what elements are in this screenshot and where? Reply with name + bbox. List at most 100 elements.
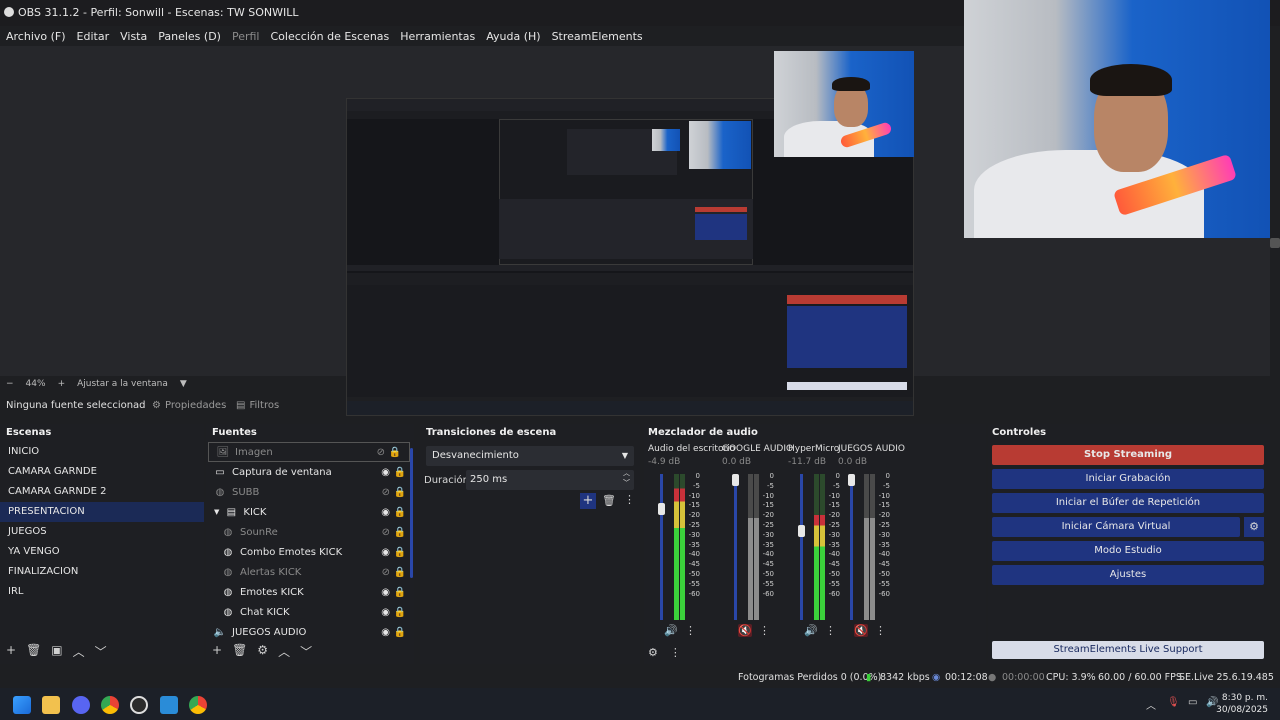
virtual-camera-button[interactable]: Iniciar Cámara Virtual: [992, 517, 1240, 537]
lock-icon[interactable]: 🔒: [394, 567, 406, 578]
transition-select[interactable]: Desvanecimiento ▼: [426, 446, 634, 466]
menu-archivo[interactable]: Archivo (F): [6, 30, 66, 43]
menu-vista[interactable]: Vista: [120, 30, 147, 43]
source-item[interactable]: ◍ Combo Emotes KICK ◉ 🔒: [206, 542, 414, 562]
eye-icon[interactable]: ◉: [381, 587, 390, 598]
lock-icon[interactable]: 🔒: [394, 547, 406, 558]
file-explorer-icon[interactable]: [42, 696, 60, 714]
network-icon[interactable]: ▭: [1188, 697, 1197, 708]
menu-coleccion[interactable]: Colección de Escenas: [271, 30, 390, 43]
menu-perfil[interactable]: Perfil: [232, 30, 260, 43]
remove-scene-icon[interactable]: 🗑: [26, 643, 41, 660]
eye-icon[interactable]: ◉: [381, 627, 390, 638]
zoom-out-button[interactable]: −: [6, 379, 14, 389]
channel-menu-icon[interactable]: ⋮: [875, 624, 886, 637]
eye-hidden-icon[interactable]: ⊘: [377, 447, 385, 458]
volume-slider-handle[interactable]: [658, 503, 665, 516]
scene-item[interactable]: IRL: [0, 582, 204, 602]
volume-slider[interactable]: [660, 474, 663, 620]
lock-icon[interactable]: 🔒: [394, 587, 406, 598]
channel-menu-icon[interactable]: ⋮: [825, 624, 836, 637]
channel-menu-icon[interactable]: ⋮: [759, 624, 770, 637]
eye-icon[interactable]: ◉: [381, 547, 390, 558]
source-item[interactable]: 🔈 JUEGOS AUDIO ◉ 🔒: [206, 622, 414, 642]
windows-start-icon[interactable]: [13, 696, 31, 714]
menu-herramientas[interactable]: Herramientas: [400, 30, 475, 43]
properties-button[interactable]: ⚙ Propiedades: [152, 400, 226, 411]
microphone-icon[interactable]: 🎙: [1167, 697, 1180, 708]
speaker-icon[interactable]: 🔊: [664, 624, 678, 637]
eye-icon[interactable]: ◉: [381, 467, 390, 478]
menu-editar[interactable]: Editar: [77, 30, 110, 43]
eye-icon[interactable]: ◉: [381, 507, 390, 518]
lock-icon[interactable]: 🔒: [394, 507, 406, 518]
virtual-camera-settings-icon[interactable]: ⚙: [1244, 517, 1264, 537]
preview-scrollbar[interactable]: [1270, 238, 1280, 248]
source-properties-icon[interactable]: ⚙: [257, 643, 268, 660]
filters-button[interactable]: ▤ Filtros: [236, 400, 279, 411]
source-item[interactable]: ▭ Captura de ventana ◉ 🔒: [206, 462, 414, 482]
app-icon[interactable]: [160, 696, 178, 714]
zoom-in-button[interactable]: +: [58, 379, 66, 389]
lock-icon[interactable]: 🔒: [394, 627, 406, 638]
spin-arrows-icon[interactable]: ︿ ﹀: [623, 468, 630, 488]
settings-button[interactable]: Ajustes: [992, 565, 1264, 585]
add-scene-icon[interactable]: +: [6, 643, 16, 660]
menu-ayuda[interactable]: Ayuda (H): [486, 30, 540, 43]
eye-hidden-icon[interactable]: ⊘: [382, 527, 390, 538]
scene-item[interactable]: FINALIZACION: [0, 562, 204, 582]
add-transition-icon[interactable]: +: [580, 493, 596, 509]
scene-item[interactable]: CAMARA GARNDE: [0, 462, 204, 482]
eye-hidden-icon[interactable]: ⊘: [382, 487, 390, 498]
speaker-icon[interactable]: 🔊: [804, 624, 818, 637]
start-recording-button[interactable]: Iniciar Grabación: [992, 469, 1264, 489]
muted-icon[interactable]: 🔇: [854, 624, 868, 637]
remove-transition-icon[interactable]: 🗑: [602, 494, 616, 507]
replay-buffer-button[interactable]: Iniciar el Búfer de Repetición: [992, 493, 1264, 513]
volume-slider[interactable]: [800, 474, 803, 620]
source-item[interactable]: ▼ ▤ KICK ◉ 🔒: [206, 502, 414, 522]
scene-filters-icon[interactable]: ▣: [51, 643, 62, 660]
lock-icon[interactable]: 🔒: [389, 447, 401, 458]
volume-slider[interactable]: [850, 474, 853, 620]
transition-menu-icon[interactable]: ⋮: [624, 493, 635, 506]
eye-hidden-icon[interactable]: ⊘: [382, 567, 390, 578]
advanced-audio-icon[interactable]: ⚙: [648, 646, 658, 659]
volume-slider-handle[interactable]: [732, 474, 739, 486]
mixer-menu-icon[interactable]: ⋮: [670, 646, 681, 659]
scene-item[interactable]: PRESENTACION: [0, 502, 204, 522]
streamelements-support-button[interactable]: StreamElements Live Support: [992, 641, 1264, 659]
source-item[interactable]: ◍ SUBB ⊘ 🔒: [206, 482, 414, 502]
add-source-icon[interactable]: +: [212, 643, 222, 660]
volume-slider[interactable]: [734, 474, 737, 620]
volume-slider-handle[interactable]: [798, 524, 805, 537]
studio-mode-button[interactable]: Modo Estudio: [992, 541, 1264, 561]
lock-icon[interactable]: 🔒: [394, 527, 406, 538]
scene-item[interactable]: INICIO: [0, 442, 204, 462]
source-item[interactable]: ◍ Chat KICK ◉ 🔒: [206, 602, 414, 622]
volume-slider-handle[interactable]: [848, 474, 855, 486]
chrome-profile-icon[interactable]: [189, 696, 207, 714]
source-item[interactable]: ◍ Emotes KICK ◉ 🔒: [206, 582, 414, 602]
stop-streaming-button[interactable]: Stop Streaming: [992, 445, 1264, 465]
source-item[interactable]: 🖼 Imagen ⊘ 🔒: [208, 442, 410, 462]
muted-icon[interactable]: 🔇: [738, 624, 752, 637]
chrome-icon[interactable]: [101, 696, 119, 714]
menu-paneles[interactable]: Paneles (D): [158, 30, 221, 43]
move-down-icon[interactable]: ﹀: [95, 643, 107, 660]
duration-input[interactable]: 250 ms ︿ ﹀: [466, 468, 634, 490]
lock-icon[interactable]: 🔒: [394, 607, 406, 618]
channel-menu-icon[interactable]: ⋮: [685, 624, 696, 637]
zoom-dropdown-icon[interactable]: ▼: [180, 379, 187, 389]
menu-streamelements[interactable]: StreamElements: [552, 30, 643, 43]
chevron-down-icon[interactable]: ▼: [214, 508, 219, 516]
source-down-icon[interactable]: ﹀: [300, 643, 312, 660]
sources-scrollbar[interactable]: [410, 448, 413, 578]
remove-source-icon[interactable]: 🗑: [232, 643, 247, 660]
discord-icon[interactable]: [72, 696, 90, 714]
lock-icon[interactable]: 🔒: [394, 467, 406, 478]
lock-icon[interactable]: 🔒: [394, 487, 406, 498]
scene-item[interactable]: YA VENGO: [0, 542, 204, 562]
obs-taskbar-icon[interactable]: [130, 696, 148, 714]
eye-icon[interactable]: ◉: [381, 607, 390, 618]
